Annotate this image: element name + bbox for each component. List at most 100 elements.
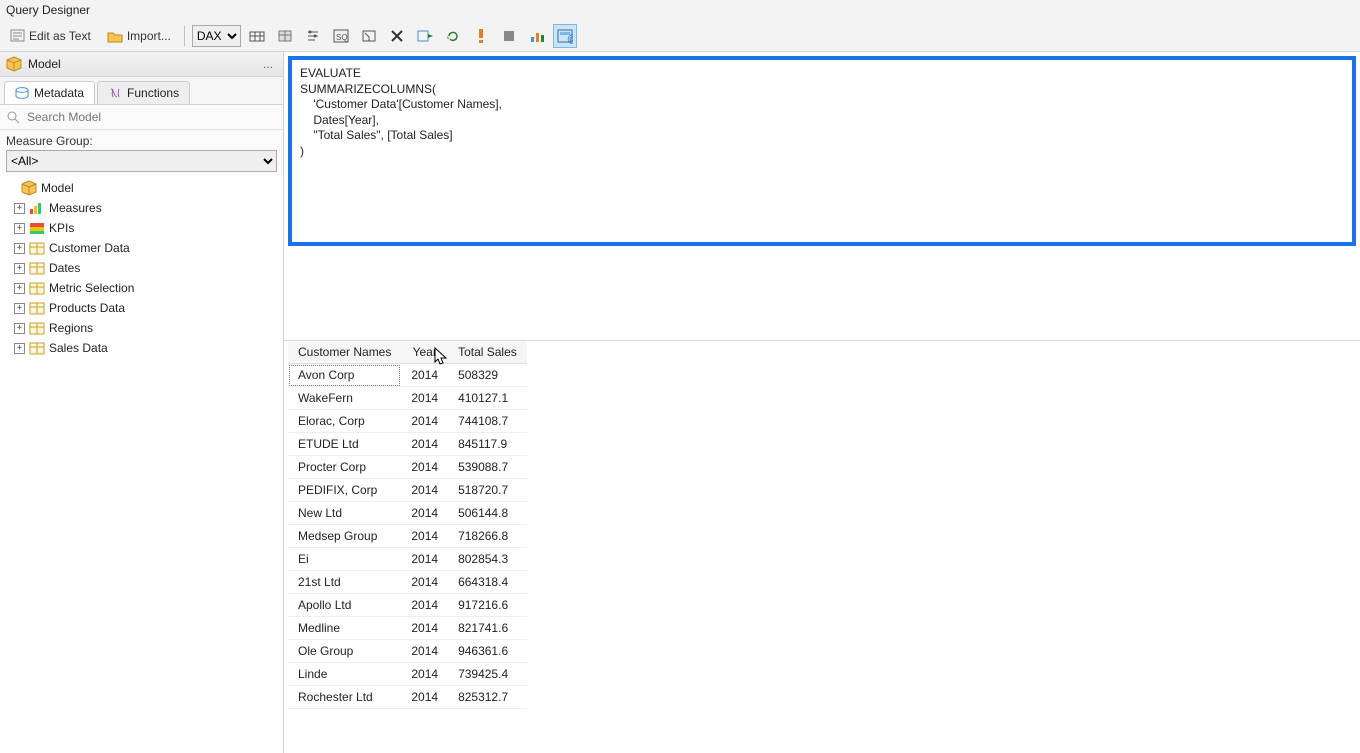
- tree-node-label: Dates: [49, 261, 80, 275]
- table-cell: 506144.8: [448, 502, 527, 525]
- table-cell: Linde: [288, 663, 401, 686]
- panel-tabs: Metadata Functions: [0, 77, 283, 105]
- table-cell: 539088.7: [448, 456, 527, 479]
- tree-node-kpis[interactable]: +KPIs: [0, 218, 283, 238]
- column-header[interactable]: Year: [401, 341, 448, 364]
- expand-icon[interactable]: +: [14, 303, 25, 314]
- results-table[interactable]: Customer NamesYearTotal Sales Avon Corp2…: [288, 341, 527, 709]
- stop-icon: [503, 30, 515, 42]
- table-row[interactable]: Avon Corp2014508329: [288, 364, 527, 387]
- expand-icon[interactable]: +: [14, 203, 25, 214]
- table-cell: 410127.1: [448, 387, 527, 410]
- cube-icon: [6, 56, 22, 72]
- execute-design-button[interactable]: [245, 24, 269, 48]
- table-cell: New Ltd: [288, 502, 401, 525]
- table-row[interactable]: ETUDE Ltd2014845117.9: [288, 433, 527, 456]
- cube-icon: [21, 180, 37, 196]
- layout-button[interactable]: @: [553, 24, 577, 48]
- measure-group-select[interactable]: <All>: [6, 150, 277, 172]
- query-designer-window: Query Designer Edit as Text Import... DA…: [0, 0, 1360, 753]
- tree-node-sales-data[interactable]: +Sales Data: [0, 338, 283, 358]
- delete-button[interactable]: [385, 24, 409, 48]
- folder-open-icon: [107, 29, 123, 43]
- filter-button[interactable]: [357, 24, 381, 48]
- tree-node-label: Metric Selection: [49, 281, 134, 295]
- table-cell: Ole Group: [288, 640, 401, 663]
- tab-metadata-label: Metadata: [34, 86, 84, 100]
- search-input[interactable]: [25, 109, 277, 125]
- table-cell: 917216.6: [448, 594, 527, 617]
- column-header[interactable]: Customer Names: [288, 341, 401, 364]
- table-cell: 21st Ltd: [288, 571, 401, 594]
- tree-root[interactable]: + Model: [0, 178, 283, 198]
- tree-node-measures[interactable]: +Measures: [0, 198, 283, 218]
- table-cell: 2014: [401, 663, 448, 686]
- table-cell: 802854.3: [448, 548, 527, 571]
- cube-button[interactable]: [273, 24, 297, 48]
- warning-button[interactable]: [469, 24, 493, 48]
- expand-icon[interactable]: +: [14, 283, 25, 294]
- tree-node-customer-data[interactable]: +Customer Data: [0, 238, 283, 258]
- expand-icon[interactable]: +: [14, 243, 25, 254]
- table-cell: 2014: [401, 502, 448, 525]
- table-row[interactable]: Linde2014739425.4: [288, 663, 527, 686]
- table-row[interactable]: PEDIFIX, Corp2014518720.7: [288, 479, 527, 502]
- table-cell: 508329: [448, 364, 527, 387]
- stop-button[interactable]: [497, 24, 521, 48]
- panel-options-button[interactable]: ...: [259, 57, 277, 71]
- layout-icon: @: [557, 28, 573, 44]
- sql-icon: SQ: [333, 28, 349, 44]
- search-icon: [6, 110, 20, 124]
- tree-node-dates[interactable]: + Dates: [0, 258, 283, 278]
- table-row[interactable]: Procter Corp2014539088.7: [288, 456, 527, 479]
- tab-functions[interactable]: Functions: [97, 81, 190, 104]
- table-row[interactable]: Medsep Group2014718266.8: [288, 525, 527, 548]
- expand-icon[interactable]: +: [14, 323, 25, 334]
- table-row[interactable]: New Ltd2014506144.8: [288, 502, 527, 525]
- tree-node-regions[interactable]: +Regions: [0, 318, 283, 338]
- table-row[interactable]: Ei2014802854.3: [288, 548, 527, 571]
- results-grid[interactable]: Customer NamesYearTotal Sales Avon Corp2…: [284, 340, 1360, 753]
- table-icon: [29, 340, 45, 356]
- svg-text:@: @: [567, 34, 573, 44]
- parameters-button[interactable]: [301, 24, 325, 48]
- table-row[interactable]: Apollo Ltd2014917216.6: [288, 594, 527, 617]
- cube-icon: [277, 28, 293, 44]
- window-title: Query Designer: [6, 3, 90, 17]
- params-icon: [305, 28, 321, 44]
- language-select[interactable]: DAXMDX: [192, 25, 241, 47]
- table-cell: 2014: [401, 433, 448, 456]
- table-row[interactable]: Elorac, Corp2014744108.7: [288, 410, 527, 433]
- toolbar-separator: [184, 26, 185, 46]
- expand-icon[interactable]: +: [14, 263, 25, 274]
- model-tree[interactable]: + Model +Measures+KPIs+Customer Data+Dat…: [0, 176, 283, 753]
- table-cell: Rochester Ltd: [288, 686, 401, 709]
- query-editor-wrap: EVALUATE SUMMARIZECOLUMNS( 'Customer Dat…: [284, 52, 1360, 250]
- sql-button[interactable]: SQ: [329, 24, 353, 48]
- table-cell: 2014: [401, 686, 448, 709]
- table-cell: 946361.6: [448, 640, 527, 663]
- tab-metadata[interactable]: Metadata: [4, 81, 95, 104]
- table-row[interactable]: Rochester Ltd2014825312.7: [288, 686, 527, 709]
- refresh-button[interactable]: [441, 24, 465, 48]
- report-button[interactable]: [525, 24, 549, 48]
- table-icon: [29, 320, 45, 336]
- play-table-icon: [417, 28, 433, 44]
- table-row[interactable]: WakeFern2014410127.1: [288, 387, 527, 410]
- edit-as-text-label: Edit as Text: [29, 29, 91, 43]
- table-cell: WakeFern: [288, 387, 401, 410]
- table-row[interactable]: 21st Ltd2014664318.4: [288, 571, 527, 594]
- query-editor[interactable]: EVALUATE SUMMARIZECOLUMNS( 'Customer Dat…: [288, 56, 1356, 246]
- expand-icon[interactable]: +: [14, 343, 25, 354]
- table-row[interactable]: Medline2014821741.6: [288, 617, 527, 640]
- table-icon: [29, 240, 45, 256]
- import-button[interactable]: Import...: [101, 24, 177, 48]
- column-header[interactable]: Total Sales: [448, 341, 527, 364]
- edit-as-text-button[interactable]: Edit as Text: [4, 24, 97, 48]
- model-browser-panel: Model ... Metadata Functions: [0, 52, 284, 753]
- tree-node-metric-selection[interactable]: + Metric Selection: [0, 278, 283, 298]
- tree-node-products-data[interactable]: +Products Data: [0, 298, 283, 318]
- execute-query-button[interactable]: [413, 24, 437, 48]
- expand-icon[interactable]: +: [14, 223, 25, 234]
- table-row[interactable]: Ole Group2014946361.6: [288, 640, 527, 663]
